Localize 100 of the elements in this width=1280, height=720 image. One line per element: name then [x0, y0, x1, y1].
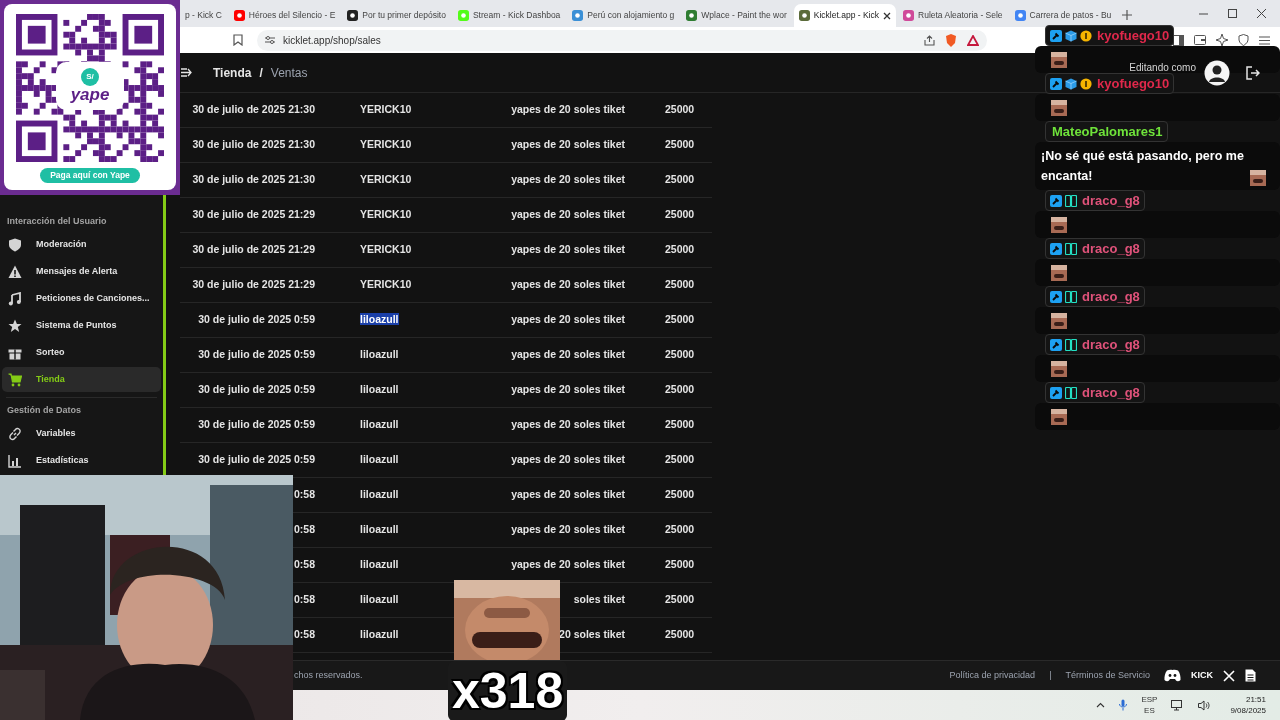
browser-tab[interactable]: Carrera de patos - Bu — [1009, 4, 1117, 27]
sparkle-icon[interactable] — [1216, 34, 1228, 46]
x-icon[interactable] — [1223, 669, 1235, 682]
address-bar[interactable]: kicklet.app/shop/sales — [257, 29, 987, 51]
sidebar-item[interactable]: Sistema de Puntos — [2, 313, 161, 338]
monitor-icon[interactable] — [1171, 699, 1185, 711]
table-cell-text: 30 de julio de 2025 0:59 — [197, 417, 315, 433]
coin-badge-icon — [1080, 77, 1092, 90]
table-cell: liloazull — [360, 628, 399, 641]
footer-link[interactable]: Términos de Servicio — [1065, 668, 1150, 683]
browser-tab[interactable]: Ruleta Aleatoria - Sele — [898, 4, 1008, 27]
table-cell-text: yapes de 20 soles tiket — [510, 417, 625, 433]
moderator-badge-icon — [1050, 290, 1062, 303]
browser-tab[interactable]: Kicklet.app - Kick — [793, 4, 896, 27]
table-cell: liloazull — [360, 593, 399, 606]
browser-tab[interactable]: Stream - Kick Dashboa — [452, 4, 566, 27]
kick-link[interactable]: KICK — [1191, 668, 1213, 683]
browser-tab[interactable]: Por tu primer depósito — [342, 4, 451, 27]
moderator-badge-icon — [1050, 242, 1062, 255]
document-icon[interactable] — [1245, 669, 1256, 682]
wallet-icon[interactable] — [1194, 35, 1206, 45]
og-badge-icon — [1065, 386, 1077, 399]
shield-icon — [8, 237, 22, 252]
footer-link[interactable]: Política de privacidad — [949, 668, 1036, 683]
moderator-badge-icon — [1050, 29, 1062, 42]
chat-username-tag[interactable]: draco_g8 — [1045, 334, 1145, 355]
table-cell: liloazull — [360, 453, 399, 466]
share-icon[interactable] — [924, 34, 935, 46]
table-cell-text: 25000 — [665, 172, 696, 188]
table-cell: liloazull — [360, 558, 399, 571]
clock[interactable]: 21:51 9/08/2025 — [1230, 694, 1266, 716]
table-cell: YERICK10 — [360, 103, 412, 116]
table-cell-text: yapes de 20 soles tiket — [510, 347, 625, 363]
table-cell-text: 30 de julio de 2025 0:59 — [197, 382, 315, 398]
close-icon[interactable] — [883, 11, 891, 20]
sidebar-item[interactable]: Estadísticas — [2, 448, 161, 473]
bookmark-icon[interactable] — [233, 34, 243, 46]
chevron-up-icon[interactable] — [1096, 702, 1106, 708]
table-cell-text: 0:58 — [293, 487, 315, 503]
table-cell-text: 25000 — [665, 627, 696, 643]
chat-username-tag[interactable]: MateoPalomares1 — [1045, 121, 1168, 142]
chat-username-tag[interactable]: draco_g8 — [1045, 190, 1145, 211]
browser-tab[interactable]: p - Kick C — [180, 4, 227, 27]
sidebar-item[interactable]: Mensajes de Alerta — [2, 259, 161, 284]
moderator-badge-icon — [1050, 194, 1062, 207]
chat-username-tag[interactable]: draco_g8 — [1045, 286, 1145, 307]
table-cell: YERICK10 — [360, 243, 412, 256]
table-cell-text: 25000 — [665, 137, 696, 153]
table-cell-text: 25000 — [665, 102, 696, 118]
sidebar-item[interactable]: Moderación — [2, 232, 161, 257]
table-cell-text: 30 de julio de 2025 21:30 — [191, 102, 315, 118]
table-cell-text: 25000 — [665, 557, 696, 573]
table-cell-text: 0:58 — [293, 557, 315, 573]
breadcrumb-link[interactable]: Tienda — [213, 63, 252, 82]
table-cell-text: yapes de 20 soles tiket — [510, 487, 625, 503]
site-settings-icon — [265, 35, 275, 45]
chart-icon — [8, 453, 22, 468]
logout-icon[interactable] — [1246, 65, 1260, 80]
sidebar-icon[interactable] — [1173, 34, 1184, 46]
maximize-icon[interactable] — [1228, 9, 1237, 18]
sidebar-item[interactable]: Sorteo — [2, 340, 161, 365]
table-cell-text: 25000 — [665, 277, 696, 293]
link-icon — [8, 426, 22, 441]
breadcrumb-current: Ventas — [270, 64, 308, 82]
music-icon — [8, 291, 22, 306]
menu-icon[interactable] — [1259, 35, 1270, 45]
chat-username-tag[interactable]: kyofuego10 — [1045, 73, 1175, 94]
table-cell-text: yapes de 20 soles tiket — [510, 557, 625, 573]
chat-username-tag[interactable]: draco_g8 — [1045, 382, 1145, 403]
chat-username-tag[interactable]: kyofuego10 — [1045, 25, 1175, 46]
browser-tab[interactable]: Héroes del Silencio - E — [228, 4, 341, 27]
table-cell-text: 30 de julio de 2025 0:59 — [197, 347, 315, 363]
browser-tab[interactable]: Wplace - Paint the wor — [681, 4, 792, 27]
table-cell-text: 25000 — [665, 347, 696, 363]
microphone-icon[interactable] — [1119, 699, 1128, 711]
table-cell-text: 25000 — [665, 592, 696, 608]
star-icon — [8, 318, 22, 333]
close-icon[interactable] — [1257, 9, 1266, 18]
shield-icon[interactable] — [1238, 34, 1249, 46]
cube-badge-icon — [1065, 77, 1077, 90]
sidebar-item[interactable]: Peticiones de Canciones... — [2, 286, 161, 311]
new-tab-icon[interactable] — [1122, 10, 1133, 20]
lion-shield-icon[interactable] — [945, 33, 957, 47]
alert-icon — [8, 264, 22, 279]
language-indicator[interactable]: ESP ES — [1141, 694, 1158, 716]
speaker-icon[interactable] — [1198, 699, 1211, 711]
og-badge-icon — [1065, 338, 1077, 351]
table-cell-text: 30 de julio de 2025 21:30 — [191, 172, 315, 188]
sidebar-item[interactable]: Variables — [2, 421, 161, 446]
triangle-icon[interactable] — [967, 34, 979, 46]
og-badge-icon — [1065, 290, 1077, 303]
browser-tab[interactable]: Perú con alojamiento g — [567, 4, 680, 27]
cube-badge-icon — [1065, 29, 1077, 42]
table-cell: YERICK10 — [360, 138, 412, 151]
cart-icon — [8, 372, 22, 387]
sidebar-item[interactable]: Tienda — [2, 367, 161, 392]
table-cell-text: 30 de julio de 2025 0:59 — [197, 312, 315, 328]
game-controller-icon[interactable] — [1164, 669, 1181, 682]
chat-username-tag[interactable]: draco_g8 — [1045, 238, 1145, 259]
table-cell-text: yapes de 20 soles tiket — [510, 522, 625, 538]
